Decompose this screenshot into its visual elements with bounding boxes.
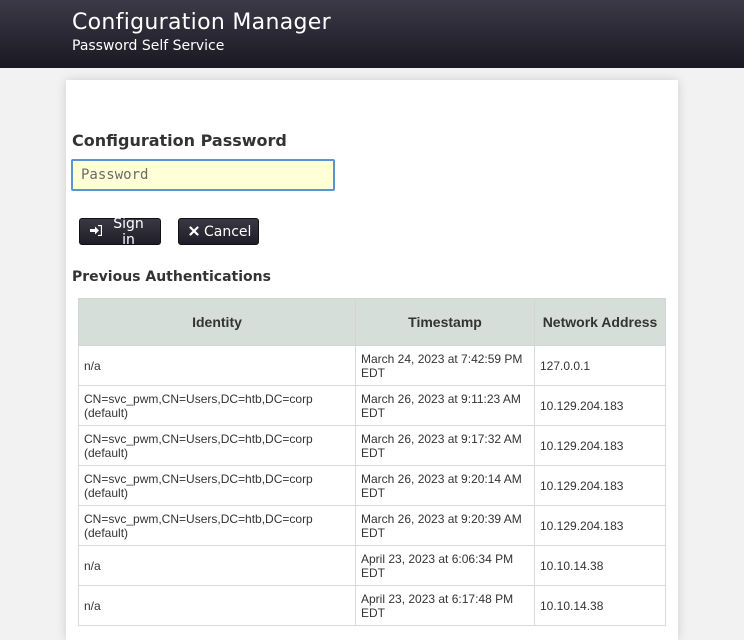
- identity-cell: CN=svc_pwm,CN=Users,DC=htb,DC=corp (defa…: [78, 465, 356, 506]
- network-address-cell: 10.10.14.38: [534, 585, 666, 626]
- table-row: CN=svc_pwm,CN=Users,DC=htb,DC=corp (defa…: [78, 465, 666, 506]
- network-address-cell: 10.129.204.183: [534, 385, 666, 426]
- close-icon: [189, 225, 199, 238]
- identity-cell: CN=svc_pwm,CN=Users,DC=htb,DC=corp (defa…: [78, 425, 356, 466]
- cancel-label: Cancel: [204, 223, 252, 240]
- timestamp-cell: March 26, 2023 at 9:20:14 AM EDT: [355, 465, 535, 506]
- timestamp-cell: April 23, 2023 at 6:06:34 PM EDT: [355, 545, 535, 586]
- table-row: n/a March 24, 2023 at 7:42:59 PM EDT 127…: [78, 345, 666, 386]
- identity-cell: CN=svc_pwm,CN=Users,DC=htb,DC=corp (defa…: [78, 385, 356, 426]
- timestamp-cell: March 26, 2023 at 9:17:32 AM EDT: [355, 425, 535, 466]
- table-row: CN=svc_pwm,CN=Users,DC=htb,DC=corp (defa…: [78, 425, 666, 466]
- timestamp-cell: March 24, 2023 at 7:42:59 PM EDT: [355, 345, 535, 386]
- table-header-row: Identity Timestamp Network Address: [78, 298, 666, 346]
- sign-in-label: Sign in: [113, 215, 144, 248]
- column-header-identity: Identity: [78, 298, 356, 346]
- network-address-cell: 10.129.204.183: [534, 465, 666, 506]
- config-password-heading: Configuration Password: [72, 131, 287, 150]
- identity-cell: CN=svc_pwm,CN=Users,DC=htb,DC=corp (defa…: [78, 505, 356, 546]
- main-panel: Configuration Password Sign in Cancel Pr…: [66, 80, 678, 640]
- page-header: Configuration Manager Password Self Serv…: [0, 0, 744, 68]
- sign-in-icon: [90, 224, 103, 238]
- table-row: CN=svc_pwm,CN=Users,DC=htb,DC=corp (defa…: [78, 385, 666, 426]
- table-row: n/a April 23, 2023 at 6:06:34 PM EDT 10.…: [78, 545, 666, 586]
- authentications-table: Identity Timestamp Network Address n/a M…: [78, 298, 666, 626]
- table-row: CN=svc_pwm,CN=Users,DC=htb,DC=corp (defa…: [78, 505, 666, 546]
- app-subtitle: Password Self Service: [72, 38, 225, 54]
- previous-authentications-heading: Previous Authentications: [72, 269, 271, 285]
- identity-cell: n/a: [78, 545, 356, 586]
- cancel-button[interactable]: Cancel: [178, 218, 259, 245]
- network-address-cell: 10.129.204.183: [534, 505, 666, 546]
- timestamp-cell: March 26, 2023 at 9:11:23 AM EDT: [355, 385, 535, 426]
- app-title: Configuration Manager: [72, 10, 331, 35]
- network-address-cell: 10.10.14.38: [534, 545, 666, 586]
- column-header-network-address: Network Address: [534, 298, 666, 346]
- table-row: n/a April 23, 2023 at 6:17:48 PM EDT 10.…: [78, 585, 666, 626]
- timestamp-cell: March 26, 2023 at 9:20:39 AM EDT: [355, 505, 535, 546]
- network-address-cell: 127.0.0.1: [534, 345, 666, 386]
- network-address-cell: 10.129.204.183: [534, 425, 666, 466]
- timestamp-cell: April 23, 2023 at 6:17:48 PM EDT: [355, 585, 535, 626]
- password-input[interactable]: [71, 159, 335, 191]
- identity-cell: n/a: [78, 585, 356, 626]
- sign-in-button[interactable]: Sign in: [79, 215, 161, 248]
- column-header-timestamp: Timestamp: [355, 298, 535, 346]
- identity-cell: n/a: [78, 345, 356, 386]
